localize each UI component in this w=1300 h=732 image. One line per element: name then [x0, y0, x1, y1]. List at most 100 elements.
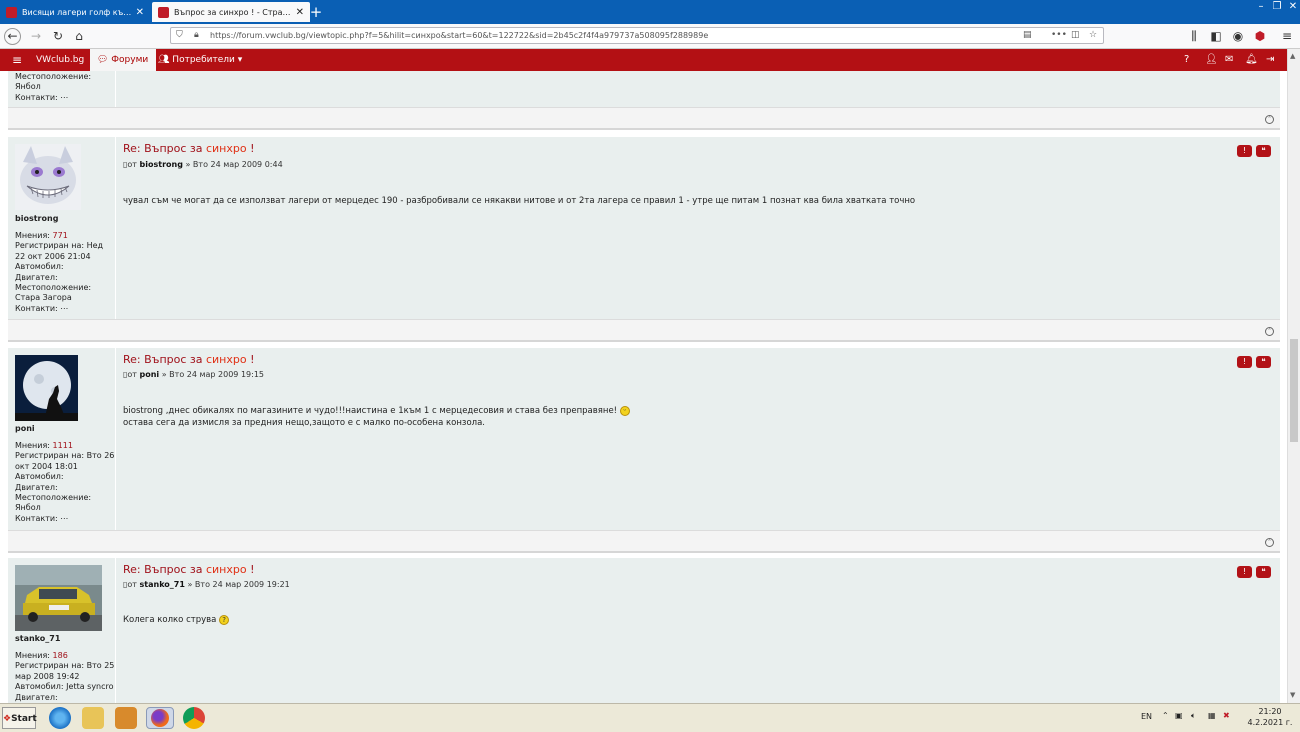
car: Автомобил: [15, 262, 64, 272]
post-profile: biostrong Мнения: 771 Регистриран на: Не… [8, 137, 116, 319]
quote-button[interactable]: ❝ [1256, 145, 1271, 157]
chrome-icon[interactable] [183, 707, 205, 729]
windows-logo-icon: ❖ [3, 714, 12, 724]
logout-icon[interactable]: ⇥ [1266, 54, 1274, 65]
shield-icon[interactable]: ⛉ [176, 30, 183, 40]
report-button[interactable]: ! [1237, 145, 1252, 157]
taskbar: ❖Start EN ⌃ ▣ 🔈︎ ▦ ✖ 21:20 4.2.2021 г. [0, 703, 1300, 732]
media-player-icon[interactable] [115, 707, 137, 729]
volume-icon[interactable]: 🔈︎ [1191, 711, 1196, 721]
scrollbar-thumb[interactable] [1290, 339, 1298, 442]
help-icon[interactable]: ? [1184, 54, 1189, 65]
browser-tab-1[interactable]: Висящи лагери голф кънтри - Са ✕ [0, 2, 150, 22]
post-author[interactable]: biostrong [140, 160, 183, 169]
posts-count[interactable]: 186 [53, 651, 68, 660]
start-button[interactable]: ❖Start [2, 707, 37, 729]
clock[interactable]: 21:20 4.2.2021 г. [1243, 706, 1297, 728]
url-bar[interactable]: ⛉ 🔒︎ https://forum.vwclub.bg/viewtopic.p… [170, 27, 1104, 44]
messages-icon[interactable]: ✉ [1225, 54, 1233, 65]
reload-icon[interactable]: ↻ [50, 28, 66, 44]
post-meta: ▯от biostrong » Вто 24 мар 2009 0:44 [123, 160, 283, 169]
page-scrollbar[interactable]: ▲ ▼ [1287, 49, 1300, 703]
scroll-up-icon[interactable]: ▲ [1290, 52, 1295, 60]
post-text: чувал съм че могат да се използват лагер… [123, 196, 916, 206]
post-date: » Вто 24 мар 2009 19:21 [187, 580, 290, 589]
back-icon[interactable]: ← [4, 28, 21, 45]
avatar[interactable] [15, 355, 78, 421]
network-icon[interactable]: ▦ [1208, 711, 1216, 720]
forum-menu-icon[interactable]: ≡ [12, 49, 22, 71]
close-window-icon[interactable]: ✕ [1286, 0, 1300, 14]
sidebar-icon[interactable]: ◧ [1208, 28, 1224, 44]
language-indicator[interactable]: EN [1141, 712, 1152, 721]
post-title-suffix: ! [250, 563, 255, 576]
posts-count[interactable]: 771 [53, 231, 68, 240]
tab-title: Висящи лагери голф кънтри - Са [22, 7, 132, 17]
close-tab-icon[interactable]: ✕ [296, 7, 304, 18]
avatar[interactable] [15, 144, 81, 210]
post-body: чувал съм че могат да се използват лагер… [123, 195, 915, 207]
post-text: Колега колко струва [123, 615, 217, 625]
back-to-top-icon[interactable]: ⌃ [1265, 327, 1274, 336]
username[interactable]: poni [15, 424, 35, 433]
username[interactable]: stanko_71 [15, 634, 60, 643]
post-title[interactable]: Re: Въпрос за синхро ! [123, 353, 255, 366]
back-to-top-icon[interactable]: ⌃ [1265, 115, 1274, 124]
back-to-top-icon[interactable]: ⌃ [1265, 538, 1274, 547]
posts-label: Мнения: [15, 651, 50, 660]
post-meta: ▯от stanko_71 » Вто 24 мар 2009 19:21 [123, 580, 290, 589]
lock-icon[interactable]: 🔒︎ [194, 30, 199, 40]
url-text[interactable]: https://forum.vwclub.bg/viewtopic.php?f=… [210, 31, 708, 40]
account-icon[interactable]: ◉ [1230, 28, 1246, 44]
report-button[interactable]: ! [1237, 566, 1252, 578]
reader-view-icon[interactable]: ▤ [1023, 30, 1032, 40]
username[interactable]: biostrong [15, 214, 58, 223]
forward-icon[interactable]: → [28, 28, 44, 44]
post-title[interactable]: Re: Въпрос за синхро ! [123, 142, 255, 155]
tab-favicon-icon [6, 6, 17, 18]
home-icon[interactable]: ⌂ [71, 28, 87, 44]
forums-label: Форуми [111, 55, 149, 65]
app-menu-icon[interactable]: ≡ [1279, 28, 1295, 44]
question-smiley-icon: ? [219, 614, 230, 625]
tray-expand-icon[interactable]: ⌃ [1162, 711, 1169, 720]
minimize-icon[interactable]: – [1254, 0, 1268, 14]
avatar[interactable] [15, 565, 102, 631]
site-link[interactable]: VWclub.bg [36, 49, 84, 71]
firefox-icon[interactable] [146, 707, 174, 729]
car: Автомобил: Jetta syncro [15, 682, 114, 692]
location-value: Янбол [15, 503, 41, 513]
new-tab-button[interactable]: + [309, 2, 323, 22]
user-icon[interactable]: 👤︎ [1205, 54, 1218, 65]
file-explorer-icon[interactable] [82, 707, 104, 729]
library-icon[interactable]: ⫼ [1186, 28, 1202, 44]
users-menu[interactable]: 👥︎ Потребители ▾ [158, 49, 242, 71]
internet-explorer-icon[interactable] [49, 707, 71, 729]
scroll-down-icon[interactable]: ▼ [1290, 691, 1295, 699]
quote-button[interactable]: ❝ [1256, 356, 1271, 368]
pocket-icon[interactable]: ◫ [1071, 30, 1080, 40]
post-author[interactable]: poni [140, 370, 160, 379]
posts-count[interactable]: 1111 [53, 441, 73, 450]
car: Автомобил: [15, 472, 64, 482]
addon-icon[interactable]: ⬢ [1252, 28, 1268, 44]
post-author[interactable]: stanko_71 [140, 580, 185, 589]
tray-usb-icon[interactable]: ▣ [1175, 711, 1183, 720]
bookmark-star-icon[interactable]: ☆ [1089, 30, 1097, 40]
post-date: » Вто 24 мар 2009 19:15 [161, 370, 264, 379]
quote-button[interactable]: ❝ [1256, 566, 1271, 578]
close-tab-icon[interactable]: ✕ [136, 7, 144, 18]
maximize-icon[interactable]: ❐ [1270, 0, 1284, 14]
post-title-suffix: ! [250, 353, 255, 366]
post-title[interactable]: Re: Въпрос за синхро ! [123, 563, 255, 576]
forums-tab[interactable]: 💬︎ Форуми [90, 49, 157, 71]
registered: Регистриран на: Вто 26 окт 2004 18:01 [15, 451, 115, 471]
profile-info: Мнения: 186 Регистриран на: Вто 25 мар 2… [15, 651, 115, 703]
more-actions-icon[interactable]: ••• [1051, 30, 1067, 40]
browser-tab-2[interactable]: Въпрос за синхро ! - Страница 5 ✕ [152, 2, 310, 22]
report-button[interactable]: ! [1237, 356, 1252, 368]
notifications-icon[interactable]: 🔔︎ [1245, 54, 1258, 65]
post-meta: ▯от poni » Вто 24 мар 2009 19:15 [123, 370, 264, 379]
security-icon[interactable]: ✖ [1223, 711, 1230, 720]
post-title-highlight: синхро [205, 353, 247, 366]
